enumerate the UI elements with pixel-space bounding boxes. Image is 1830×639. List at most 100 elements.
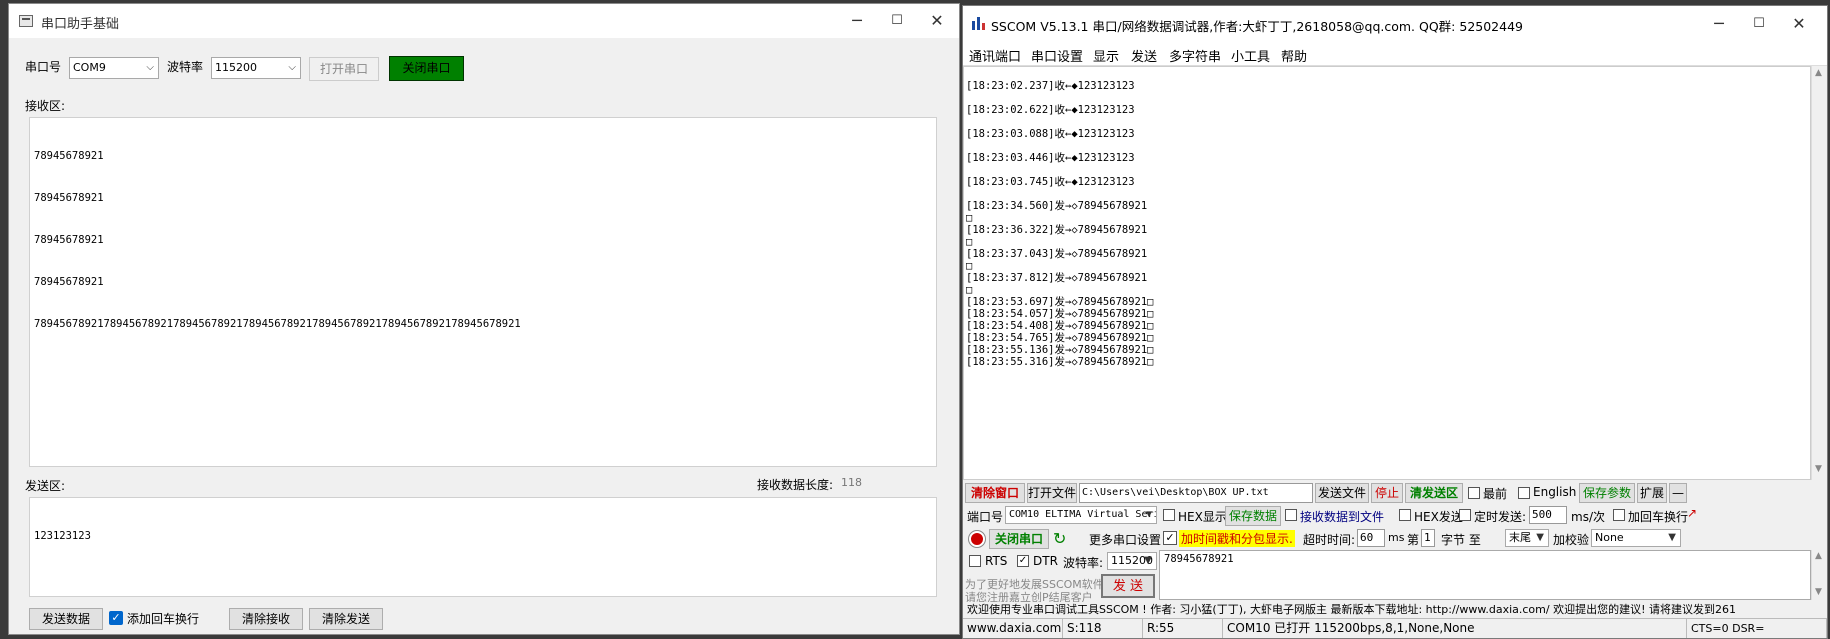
topmost-checkbox[interactable] [1468,487,1480,499]
send-textarea[interactable]: 123123123 [29,497,937,597]
append-newline-label: 添加回车换行 [127,612,200,626]
recv-line: □ [966,284,973,296]
menu-help[interactable]: 帮助 [1281,46,1307,65]
timed-send-checkbox[interactable] [1459,509,1471,521]
recv-line: 78945678921 [34,192,104,204]
timeout-input[interactable]: 60 [1357,529,1385,547]
menu-send[interactable]: 发送 [1131,46,1157,65]
menu-multi-string[interactable]: 多字符串 [1169,46,1221,65]
save-data-button[interactable]: 保存数据 [1225,506,1281,526]
append-newline-checkbox[interactable]: ✓ [109,611,123,625]
timestamp-checkbox[interactable]: ✓ [1163,531,1177,545]
more-settings-link[interactable]: 更多串口设置 [1089,531,1161,548]
send-scrollbar[interactable]: ▲ ▼ [1811,550,1827,600]
refresh-icon[interactable]: ↻ [1053,529,1066,548]
open-port-button[interactable]: 打开串口 [309,57,379,81]
title-bar: 串口助手基础 ─ ☐ ✕ [9,4,959,38]
hex-display-label: HEX显示 [1178,510,1227,524]
end-value: 末尾 [1509,531,1531,544]
recv-line: [18:23:02.622]收←◆123123123 [966,104,1135,116]
menu-serial-settings[interactable]: 串口设置 [1031,46,1083,65]
nth-input[interactable]: 1 [1421,529,1435,547]
port-select[interactable]: COM10 ELTIMA Virtual Seria ▼ [1005,506,1157,524]
maximize-icon[interactable]: ☐ [1739,10,1779,38]
save-params-button[interactable]: 保存参数 [1579,483,1635,503]
send-input[interactable]: 78945678921 [1159,550,1811,600]
close-port-button[interactable]: 关闭串口 [989,529,1049,549]
sscom-window: SSCOM V5.13.1 串口/网络数据调试器,作者:大虾丁丁,2618058… [962,5,1828,639]
rts-label: RTS [985,554,1008,568]
stop-button[interactable]: 停止 [1371,483,1403,503]
timeout-unit: ms [1388,531,1405,544]
scroll-down-icon[interactable]: ▼ [1815,587,1822,597]
recv-line: [18:23:37.812]发→◇78945678921 [966,272,1148,284]
window-title: SSCOM V5.13.1 串口/网络数据调试器,作者:大虾丁丁,2618058… [991,19,1523,34]
pin-icon[interactable]: ↗ [1687,506,1697,520]
clear-window-button[interactable]: 清除窗口 [965,483,1025,503]
recv-to-file-label: 接收数据到文件 [1300,510,1385,524]
chevron-down-icon: ▼ [1145,509,1152,520]
checksum-select[interactable]: None ▼ [1591,529,1681,547]
timed-unit-label: ms/次 [1571,510,1605,524]
baud-select[interactable]: 115200 ▼ [1107,552,1157,570]
send-button[interactable]: 发 送 [1101,574,1155,598]
recv-line: [18:23:03.446]收←◆123123123 [966,152,1135,164]
menu-port[interactable]: 通讯端口 [969,46,1021,65]
port-label: 端口号 [967,510,1004,524]
maximize-icon[interactable]: ☐ [877,7,917,35]
menu-display[interactable]: 显示 [1093,46,1119,65]
hex-send-checkbox[interactable] [1399,509,1411,521]
topmost-label: 最前 [1483,487,1508,501]
end-select[interactable]: 末尾 ▼ [1505,529,1549,547]
port-select[interactable]: COM9 ⌵ [69,57,159,79]
recv-scrollbar[interactable]: ▲ ▼ [1811,66,1827,480]
status-site[interactable]: www.daxia.com [963,618,1063,638]
chevron-down-icon: ⌵ [288,62,296,73]
scroll-up-icon[interactable]: ▲ [1815,68,1822,78]
checksum-value: None [1595,531,1624,544]
send-data-button[interactable]: 发送数据 [29,608,103,630]
recv-line: 78945678921 [34,150,104,162]
chevron-down-icon: ▼ [1144,555,1152,566]
minimize-icon[interactable]: ─ [1699,10,1739,38]
record-icon[interactable] [969,531,985,547]
status-lines: CTS=0 DSR= [1687,618,1827,638]
rts-checkbox[interactable] [969,555,981,567]
recv-line: □ [966,236,973,248]
send-file-button[interactable]: 发送文件 [1315,483,1369,503]
minimize-icon[interactable]: ─ [837,7,877,35]
recv-to-file-checkbox[interactable] [1285,509,1297,521]
port-value: COM10 ELTIMA Virtual Seria [1009,509,1157,520]
recv-textarea[interactable]: 78945678921 78945678921 78945678921 7894… [29,117,937,467]
open-file-button[interactable]: 打开文件 [1027,483,1077,503]
recv-line: [18:23:03.088]收←◆123123123 [966,128,1135,140]
menu-tools[interactable]: 小工具 [1231,46,1270,65]
recv-line: [18:23:55.136]发→◇78945678921□ [966,344,1154,356]
collapse-button[interactable]: — [1669,483,1687,503]
close-icon[interactable]: ✕ [917,7,957,35]
scroll-up-icon[interactable]: ▲ [1815,551,1822,561]
file-path-input[interactable]: C:\Users\vei\Desktop\BOX UP.txt [1079,483,1313,503]
close-port-button[interactable]: 关闭串口 [389,56,464,81]
window-title: 串口助手基础 [41,17,120,32]
dtr-checkbox[interactable]: ✓ [1017,555,1029,567]
expand-button[interactable]: 扩展 [1637,483,1667,503]
timed-send-input[interactable]: 500 [1529,506,1567,524]
baud-select[interactable]: 115200 ⌵ [211,57,301,79]
recv-length-label: 接收数据长度: [757,478,834,492]
send-area-label: 发送区: [25,479,66,493]
clear-send-button[interactable]: 清除发送 [309,608,383,630]
english-checkbox[interactable] [1518,487,1530,499]
status-port-info: COM10 已打开 115200bps,8,1,None,None [1223,618,1687,638]
close-icon[interactable]: ✕ [1779,10,1819,38]
recv-line: [18:23:54.408]发→◇78945678921□ [966,320,1154,332]
recv-length-value: 118 [841,476,862,489]
clear-send-area-button[interactable]: 清发送区 [1405,483,1463,503]
recv-display[interactable]: [18:23:02.237]收←◆123123123 [18:23:02.622… [963,66,1811,480]
scroll-down-icon[interactable]: ▼ [1815,464,1822,474]
append-newline-checkbox[interactable] [1613,509,1625,521]
recv-line: [18:23:36.322]发→◇78945678921 [966,224,1148,236]
timeout-label: 超时时间: [1303,533,1356,547]
hex-display-checkbox[interactable] [1163,509,1175,521]
clear-recv-button[interactable]: 清除接收 [229,608,303,630]
